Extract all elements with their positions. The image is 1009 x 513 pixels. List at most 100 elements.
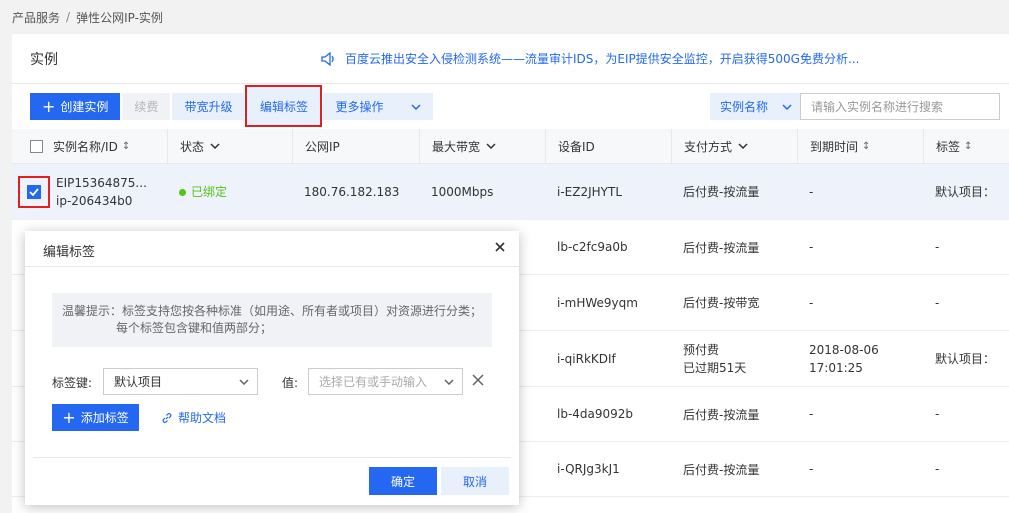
link-icon <box>162 412 172 423</box>
cell-pay: 后付费-按流量 <box>683 462 760 477</box>
tag-key-value: 默认项目 <box>114 375 163 389</box>
cell-pay: 后付费-按流量 <box>683 407 760 422</box>
edit-tag-dialog: 编辑标签 温馨提示：标签支持您按各种标准（如用途、所有者或项目）对资源进行分类；… <box>25 231 519 505</box>
cell-pay: 预付费 已过期51天 <box>671 341 797 377</box>
header-pay-label: 支付方式 <box>684 139 733 154</box>
toolbar: + 创建实例 续费 带宽升级 编辑标签 更多操作 <box>30 85 434 127</box>
status-dot-icon <box>179 189 186 196</box>
select-all-checkbox[interactable] <box>30 139 43 153</box>
pay-type: 预付费 <box>683 342 720 357</box>
expire-time: 17:01:25 <box>809 360 863 375</box>
help-doc-label: 帮助文档 <box>178 411 227 425</box>
instance-id[interactable]: ip-206434b0 <box>56 192 147 210</box>
breadcrumb-separator: / <box>66 10 71 24</box>
tag-value-placeholder: 选择已有或手动输入 <box>319 375 428 389</box>
sort-icon[interactable]: ↕ <box>964 141 972 152</box>
cell-pay: 后付费-按带宽 <box>683 296 760 310</box>
plus-icon: + <box>62 408 76 427</box>
header-status-label: 状态 <box>180 139 205 154</box>
header-expire-time[interactable]: 到期时间 ↕ <box>797 128 923 164</box>
pay-expired-note: 已过期51天 <box>683 360 747 375</box>
speaker-icon <box>321 51 334 66</box>
add-tag-label: 添加标签 <box>80 411 129 425</box>
tag-key-label: 标签键: <box>52 376 93 390</box>
table-row[interactable]: EIP15364875... ip-206434b0 已绑定 180.76.18… <box>12 164 1009 220</box>
tag-key-select[interactable]: 默认项目 <box>103 368 258 395</box>
header-device-id: 设备ID <box>545 128 671 164</box>
search-field-select[interactable]: 实例名称 <box>710 93 800 120</box>
header-public-ip: 公网IP <box>292 128 419 164</box>
tag-value-select[interactable]: 选择已有或手动输入 <box>308 368 463 395</box>
row-checkbox[interactable] <box>27 184 41 199</box>
page-header: 实例 百度云推出安全入侵检测系统——流量审计IDS，为EIP提供安全监控，开启获… <box>12 34 1009 84</box>
status-text: 已绑定 <box>191 185 228 199</box>
announcement-text[interactable]: 百度云推出安全入侵检测系统——流量审计IDS，为EIP提供安全监控，开启获得50… <box>345 50 859 67</box>
header-bandwidth[interactable]: 最大带宽 <box>419 128 545 164</box>
instance-name[interactable]: EIP15364875... <box>56 174 147 192</box>
search-input[interactable]: 请输入实例名称进行搜索 <box>800 93 1000 120</box>
plus-icon: + <box>42 96 56 116</box>
expire-date: 2018-08-06 <box>809 342 879 357</box>
header-name[interactable]: 实例名称/ID ↕ <box>12 129 167 164</box>
cell-device: i-qiRkKDIf <box>557 351 616 366</box>
cell-device: lb-4da9092b <box>557 407 634 421</box>
page-title: 实例 <box>30 52 58 68</box>
announcement-banner[interactable]: 百度云推出安全入侵检测系统——流量审计IDS，为EIP提供安全监控，开启获得50… <box>321 50 859 67</box>
search-field-label: 实例名称 <box>720 100 769 114</box>
cell-ip: 180.76.182.183 <box>304 184 400 199</box>
dialog-header: 编辑标签 <box>25 231 519 267</box>
dialog-title: 编辑标签 <box>43 245 96 260</box>
cell-pay: 后付费-按流量 <box>683 240 760 255</box>
add-tag-button[interactable]: + 添加标签 <box>52 404 139 431</box>
header-pay-method[interactable]: 支付方式 <box>671 128 797 164</box>
cell-expire: - <box>809 295 814 310</box>
more-actions-dropdown[interactable]: 更多操作 <box>323 93 434 120</box>
cell-expire: - <box>809 184 814 199</box>
header-name-label: 实例名称/ID <box>53 139 118 154</box>
tip-box: 温馨提示：标签支持您按各种标准（如用途、所有者或项目）对资源进行分类； 每个标签… <box>52 293 492 347</box>
bandwidth-upgrade-button[interactable]: 带宽升级 <box>172 93 245 120</box>
help-doc-link[interactable]: 帮助文档 <box>161 409 226 426</box>
tip-line-2: 每个标签包含键和值两部分； <box>116 321 273 335</box>
header-status[interactable]: 状态 <box>167 128 292 164</box>
cell-device: lb-c2fc9a0b <box>557 240 628 254</box>
chevron-down-icon <box>782 103 792 110</box>
cancel-button[interactable]: 取消 <box>441 467 509 495</box>
check-icon <box>29 187 39 196</box>
sort-icon[interactable]: ↕ <box>122 141 130 152</box>
cell-tag: 默认项目： <box>935 185 996 199</box>
table-header: 实例名称/ID ↕ 状态 公网IP 最大带宽 设备ID 支付方式 到期时间 ↕ 标签… <box>12 128 1009 164</box>
chevron-down-icon <box>444 378 454 385</box>
cell-expire: 2018-08-06 17:01:25 <box>797 341 923 377</box>
chevron-down-icon <box>486 143 496 149</box>
remove-tag-icon[interactable] <box>472 374 484 386</box>
row-checkbox-highlight[interactable] <box>18 175 50 208</box>
cell-tag: - <box>935 462 940 476</box>
breadcrumb: 产品服务 / 弹性公网IP-实例 <box>12 8 163 26</box>
cell-pay: 后付费-按流量 <box>683 185 760 199</box>
create-instance-button[interactable]: + 创建实例 <box>30 93 121 120</box>
sort-icon[interactable]: ↕ <box>862 141 870 152</box>
cell-device: i-QRJg3kJ1 <box>557 462 620 476</box>
breadcrumb-item-products[interactable]: 产品服务 <box>12 9 60 26</box>
cell-expire: - <box>809 240 814 254</box>
edit-tag-button[interactable]: 编辑标签 <box>245 85 323 127</box>
header-tag[interactable]: 标签 ↕ <box>923 128 1009 164</box>
chevron-down-icon <box>738 143 748 149</box>
cell-device: i-EZ2JHYTL <box>557 184 623 199</box>
chevron-down-icon <box>411 103 421 110</box>
more-actions-label: 更多操作 <box>335 100 384 114</box>
close-icon[interactable] <box>493 240 507 254</box>
cell-status: 已绑定 <box>167 183 292 200</box>
cell-tag: - <box>935 240 940 254</box>
dialog-divider <box>33 457 511 458</box>
create-instance-label: 创建实例 <box>60 100 109 114</box>
cell-tag: - <box>935 295 940 310</box>
cell-tag: 默认项目： <box>935 352 996 366</box>
cell-name: EIP15364875... ip-206434b0 <box>12 174 167 210</box>
tag-value-label: 值: <box>282 376 299 390</box>
renew-button[interactable]: 续费 <box>122 93 171 120</box>
tip-line-1: 温馨提示：标签支持您按各种标准（如用途、所有者或项目）对资源进行分类； <box>62 304 483 318</box>
confirm-button[interactable]: 确定 <box>369 467 437 495</box>
header-device-label: 设备ID <box>558 139 595 154</box>
